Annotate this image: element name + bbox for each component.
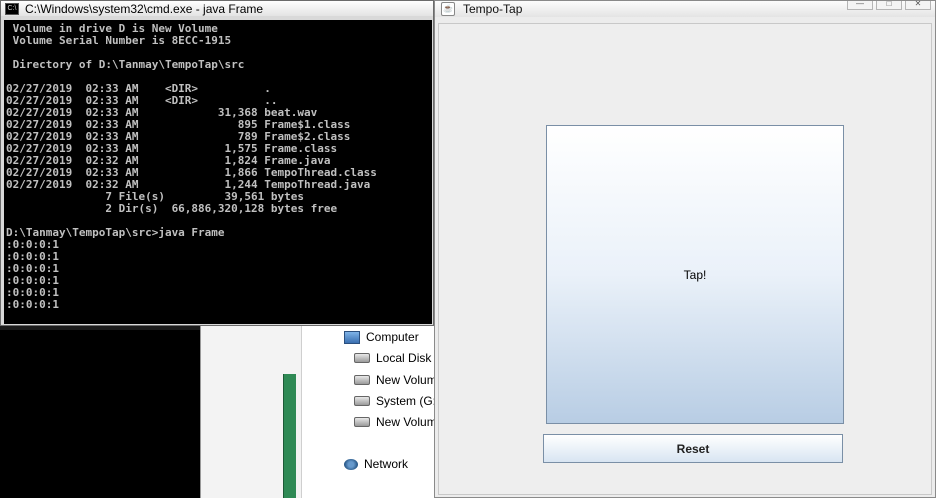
computer-icon [344,330,360,344]
tap-button-label: Tap! [683,267,707,282]
maximize-button[interactable]: □ [876,0,902,10]
tree-item-new-volume-2[interactable]: New Volum [354,413,437,431]
java-icon: ☕ [441,2,455,16]
drive-icon [354,353,370,363]
close-button[interactable]: ✕ [905,0,931,10]
tap-button[interactable]: Tap! [546,125,844,424]
tree-item-label: System (G:) [376,394,441,408]
reset-button[interactable]: Reset [543,434,843,463]
cmd-icon: C:\ [5,2,19,15]
console-output-area[interactable]: Volume in drive D is New Volume Volume S… [4,20,432,324]
tree-item-label: Computer [366,330,419,344]
drive-icon [354,396,370,406]
drive-icon [354,375,370,385]
tempo-tap-window: ☕ Tempo-Tap — □ ✕ Tap! Reset [434,0,936,498]
tree-item-label: Network [364,457,409,471]
window-controls: — □ ✕ [847,0,931,10]
cmd-title-bar[interactable]: C:\ C:\Windows\system32\cmd.exe - java F… [1,1,433,16]
tree-item-new-volume[interactable]: New Volum [354,371,437,389]
explorer-window: Computer Local Disk ( New Volum System (… [200,310,442,498]
tree-item-computer[interactable]: Computer [344,328,419,346]
cmd-window: C:\ C:\Windows\system32\cmd.exe - java F… [0,0,434,326]
tree-item-system[interactable]: System (G:) [354,392,440,410]
tree-item-network[interactable]: Network [344,455,408,473]
network-icon [344,458,358,470]
scrollbar-thumb[interactable] [283,374,296,498]
tree-item-local-disk[interactable]: Local Disk ( [354,349,439,367]
frame-title: Tempo-Tap [463,2,523,16]
navigation-tree: Computer Local Disk ( New Volum System (… [301,310,442,498]
minimize-button[interactable]: — [847,0,873,10]
console-text: Volume in drive D is New Volume Volume S… [6,22,377,311]
cmd-title: C:\Windows\system32\cmd.exe - java Frame [25,1,264,16]
background-console-area [0,330,200,498]
frame-content-pane: Tap! Reset [438,23,932,495]
drive-icon [354,417,370,427]
tree-item-label: Local Disk ( [376,351,439,365]
tree-item-label: New Volum [376,415,437,429]
tree-item-label: New Volum [376,373,437,387]
reset-button-label: Reset [676,441,710,456]
